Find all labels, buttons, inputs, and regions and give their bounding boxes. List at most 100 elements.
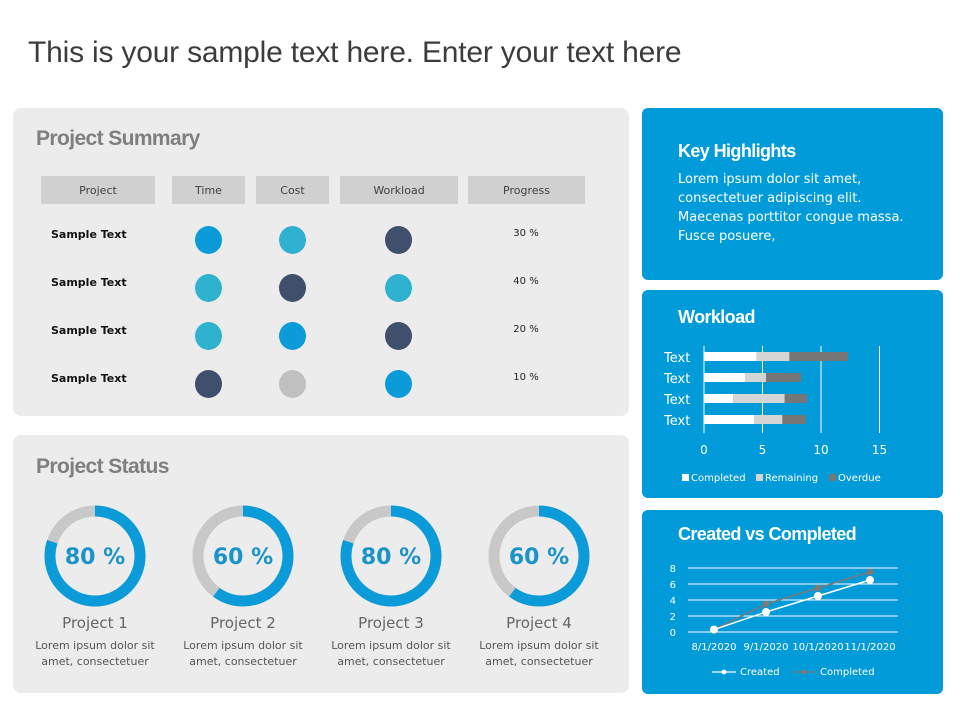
bar-remaining [756,352,790,361]
status-dot-time [195,274,222,302]
project-description-line: Lorem ipsum dolor sit [479,639,599,652]
y-tick-label: 6 [670,580,676,591]
legend-swatch-completed [682,474,689,481]
project-summary-title: Project Summary [36,127,200,150]
project-description: Lorem ipsum dolor sit amet, consectetuer [158,638,328,670]
row-project-name: Sample Text [51,372,127,385]
x-tick-label: 8/1/2020 [692,642,737,653]
y-category-label: Text [663,414,690,429]
y-tick-label: 4 [670,596,676,607]
row-progress: 40 % [513,276,539,287]
project-description-line: Lorem ipsum dolor sit [331,639,451,652]
legend-label-remaining: Remaining [765,473,818,484]
legend-label-overdue: Overdue [838,473,881,484]
project-description-line: amet, consectetuer [337,655,445,668]
x-tick-label: 9/1/2020 [744,642,789,653]
row-project-name: Sample Text [51,276,127,289]
x-tick-label: 15 [872,443,887,457]
y-category-label: Text [663,393,690,408]
highlight-line: Lorem ipsum dolor sit amet, [678,172,862,187]
row-project-name: Sample Text [51,324,127,337]
project-name: Project 4 [506,614,572,632]
point-created [866,576,874,584]
point-completed [814,584,822,592]
point-completed [866,568,874,576]
donut-percent-label: 60 % [508,545,570,570]
project-status-panel: Project Status 80 % Project 1 Lorem ipsum … [13,435,629,693]
donut-percent-label: 80 % [360,545,422,570]
project-donut: 80 % Project 3 Lorem ipsum dolor sit amet, … [326,505,456,675]
project-donut: 80 % Project 1 Lorem ipsum dolor sit amet, … [30,505,160,675]
key-highlights-body: Lorem ipsum dolor sit amet, consectetuer… [678,170,938,246]
bar-overdue [789,352,848,361]
x-tick-label: 10 [813,443,828,457]
point-created [762,608,770,616]
page-title: This is your sample text here. Enter you… [28,36,682,69]
project-donut: 60 % Project 4 Lorem ipsum dolor sit amet, … [474,505,604,675]
workload-chart: 0 5 10 15 Text Text Text Text Completed Remaining… [663,346,887,484]
y-category-label: Text [663,351,690,366]
donut-percent-label: 60 % [212,545,274,570]
legend-label-created: Created [740,667,780,678]
project-donut: 60 % Project 2 Lorem ipsum dolor sit amet, … [178,505,308,675]
status-dot-workload [385,274,412,302]
status-dot-workload [385,226,412,254]
highlight-line: Maecenas porttitor congue massa. [678,210,904,225]
status-dot-workload [385,322,412,350]
point-completed [762,600,770,608]
status-dot-workload [385,370,412,398]
x-tick-label: 0 [700,443,708,457]
project-description: Lorem ipsum dolor sit amet, consectetuer [306,638,476,670]
y-tick-label: 2 [670,612,676,623]
donut-percent-label: 80 % [64,545,126,570]
bar-overdue [782,415,806,424]
legend-label-completed: Completed [820,667,875,678]
header-time: Time [172,176,245,204]
point-created [710,625,718,634]
project-description: Lorem ipsum dolor sit amet, consectetuer [10,638,180,670]
legend-label-completed: Completed [691,473,746,484]
created-vs-completed-panel: Created vs Completed 0 2 4 6 8 8/1/2020 9/1/20… [642,510,943,694]
x-tick-label: 5 [759,443,767,457]
y-tick-label: 0 [670,628,676,639]
bar-overdue [784,394,807,403]
highlight-line: Fusce posuere, [678,229,776,244]
created-vs-completed-chart: 0 2 4 6 8 8/1/2020 9/1/2020 10/1/2020 11/1/2020 C… [670,564,898,678]
header-cost: Cost [256,176,329,204]
x-tick-label: 11/1/2020 [844,642,895,653]
y-tick-label: 8 [670,564,676,575]
row-progress: 20 % [513,324,539,335]
status-dot-cost [279,226,306,254]
row-project-name: Sample Text [51,228,127,241]
status-dot-cost [279,322,306,350]
legend-swatch-remaining [756,474,763,481]
legend-swatch-overdue [829,474,836,481]
header-workload: Workload [340,176,458,204]
row-progress: 10 % [513,372,539,383]
project-summary-panel: Project Summary Project Time Cost Worklo… [13,108,629,416]
highlight-line: consectetuer adipiscing elit. [678,191,862,206]
project-description-line: amet, consectetuer [189,655,297,668]
bar-remaining [733,394,785,403]
row-progress: 30 % [513,228,539,239]
project-name: Project 2 [210,614,276,632]
project-description-line: amet, consectetuer [485,655,593,668]
y-category-label: Text [663,372,690,387]
bar-completed [704,352,757,361]
legend-marker-created [721,669,727,675]
bar-overdue [766,373,802,382]
project-description-line: Lorem ipsum dolor sit [183,639,303,652]
bar-completed [704,373,745,382]
header-progress: Progress [468,176,585,204]
project-status-title: Project Status [36,455,169,478]
project-name: Project 1 [62,614,128,632]
status-dot-time [195,370,222,398]
status-dot-cost [279,370,306,398]
point-created [814,592,822,600]
key-highlights-panel: Key Highlights Lorem ipsum dolor sit ame… [642,108,943,280]
header-project: Project [41,176,155,204]
status-dot-cost [279,274,306,302]
bar-completed [704,394,734,403]
line-created [713,579,871,631]
bar-completed [704,415,755,424]
